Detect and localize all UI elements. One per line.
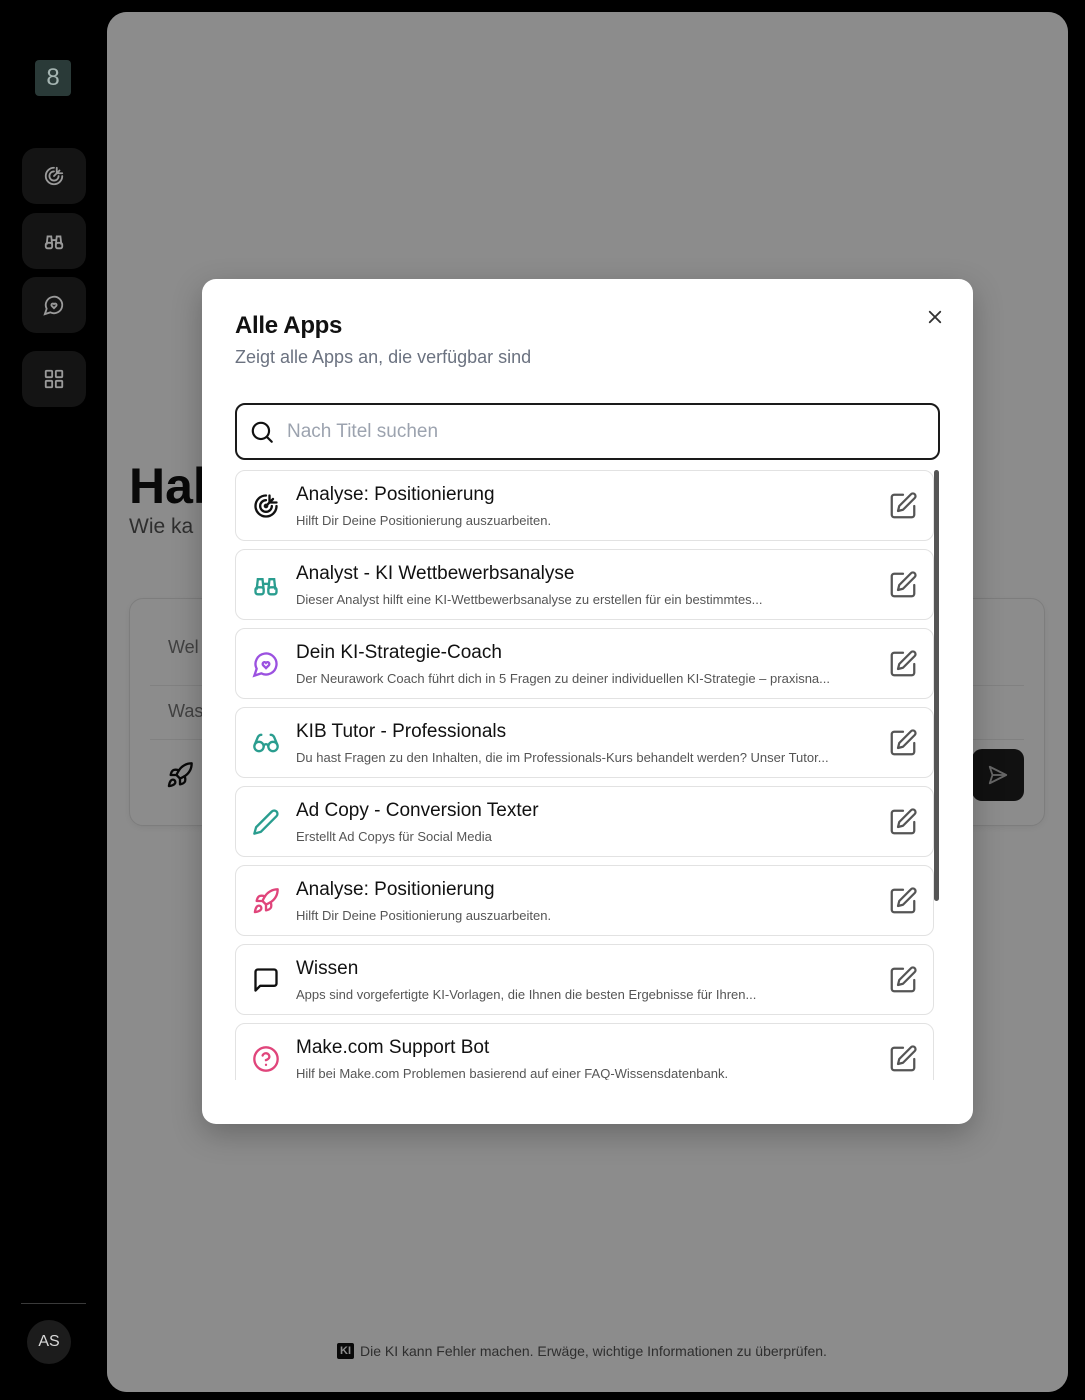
app-title: Ad Copy - Conversion Texter — [296, 800, 539, 821]
glasses-icon — [253, 733, 279, 753]
close-icon — [928, 310, 942, 324]
target-icon — [44, 166, 64, 186]
app-title: Dein KI-Strategie-Coach — [296, 642, 502, 663]
modal-title: Alle Apps — [235, 312, 343, 339]
app-description: Dieser Analyst hilft eine KI-Wettbewerbs… — [296, 592, 763, 607]
app-description: Hilft Dir Deine Positionierung auszuarbe… — [296, 513, 552, 528]
edit-icon[interactable] — [888, 728, 918, 758]
app-list-item[interactable]: Analyse: Positionierung Hilft Dir Deine … — [235, 865, 934, 936]
sidebar-item-binoculars[interactable] — [22, 213, 86, 269]
edit-icon[interactable] — [888, 1044, 918, 1074]
sidebar: 8 AS — [0, 0, 107, 1400]
edit-icon[interactable] — [888, 649, 918, 679]
sidebar-item-analyse[interactable] — [22, 148, 86, 204]
app-title: Analyse: Positionierung — [296, 879, 495, 900]
sidebar-divider — [21, 1303, 86, 1304]
app-title: Make.com Support Bot — [296, 1037, 490, 1058]
search-icon — [251, 421, 273, 443]
app-list[interactable]: Analyse: Positionierung Hilft Dir Deine … — [235, 470, 943, 1080]
edit-icon[interactable] — [888, 965, 918, 995]
binoculars-icon — [254, 578, 278, 596]
app-description: Hilf bei Make.com Problemen basierend au… — [296, 1066, 729, 1080]
grid-icon — [44, 369, 64, 389]
app-title: Analyst - KI Wettbewerbsanalyse — [296, 563, 575, 584]
edit-icon[interactable] — [888, 570, 918, 600]
message-heart-icon — [43, 295, 64, 316]
app-list-item[interactable]: Analyse: Positionierung Hilft Dir Deine … — [235, 470, 934, 541]
message-square-icon — [254, 968, 278, 992]
app-description: Apps sind vorgefertigte KI-Vorlagen, die… — [296, 987, 757, 1002]
avatar[interactable]: AS — [27, 1320, 71, 1364]
app-title: Wissen — [296, 958, 359, 979]
app-description: Du hast Fragen zu den Inhalten, die im P… — [296, 750, 829, 765]
app-list-item[interactable]: Analyst - KI Wettbewerbsanalyse Dieser A… — [235, 549, 934, 620]
binoculars-icon — [44, 235, 64, 250]
search-input[interactable] — [287, 420, 887, 443]
sidebar-item-chat[interactable] — [22, 277, 86, 333]
app-list-item[interactable]: KIB Tutor - Professionals Du hast Fragen… — [235, 707, 934, 778]
app-description: Erstellt Ad Copys für Social Media — [296, 829, 492, 844]
help-circle-icon — [253, 1046, 279, 1072]
edit-icon[interactable] — [888, 807, 918, 837]
scrollbar[interactable] — [934, 470, 939, 901]
app-title: Analyse: Positionierung — [296, 484, 495, 505]
app-logo[interactable]: 8 — [35, 60, 71, 96]
edit-icon[interactable] — [888, 491, 918, 521]
target-icon — [254, 494, 278, 518]
pencil-icon — [253, 809, 279, 835]
rocket-icon — [253, 888, 279, 914]
app-list-item[interactable]: Wissen Apps sind vorgefertigte KI-Vorlag… — [235, 944, 934, 1015]
app-description: Der Neurawork Coach führt dich in 5 Frag… — [296, 671, 830, 686]
message-heart-icon — [252, 652, 278, 678]
app-list-item[interactable]: Ad Copy - Conversion Texter Erstellt Ad … — [235, 786, 934, 857]
app-list-item[interactable]: Dein KI-Strategie-Coach Der Neurawork Co… — [235, 628, 934, 699]
search-box[interactable] — [235, 403, 940, 460]
app-description: Hilft Dir Deine Positionierung auszuarbe… — [296, 908, 552, 923]
app-title: KIB Tutor - Professionals — [296, 721, 507, 742]
all-apps-modal: Alle Apps Zeigt alle Apps an, die verfüg… — [202, 279, 973, 1124]
edit-icon[interactable] — [888, 886, 918, 916]
close-button[interactable] — [919, 301, 951, 333]
modal-subtitle: Zeigt alle Apps an, die verfügbar sind — [235, 347, 532, 367]
sidebar-item-all-apps[interactable] — [22, 351, 86, 407]
app-list-item[interactable]: Make.com Support Bot Hilf bei Make.com P… — [235, 1023, 934, 1080]
